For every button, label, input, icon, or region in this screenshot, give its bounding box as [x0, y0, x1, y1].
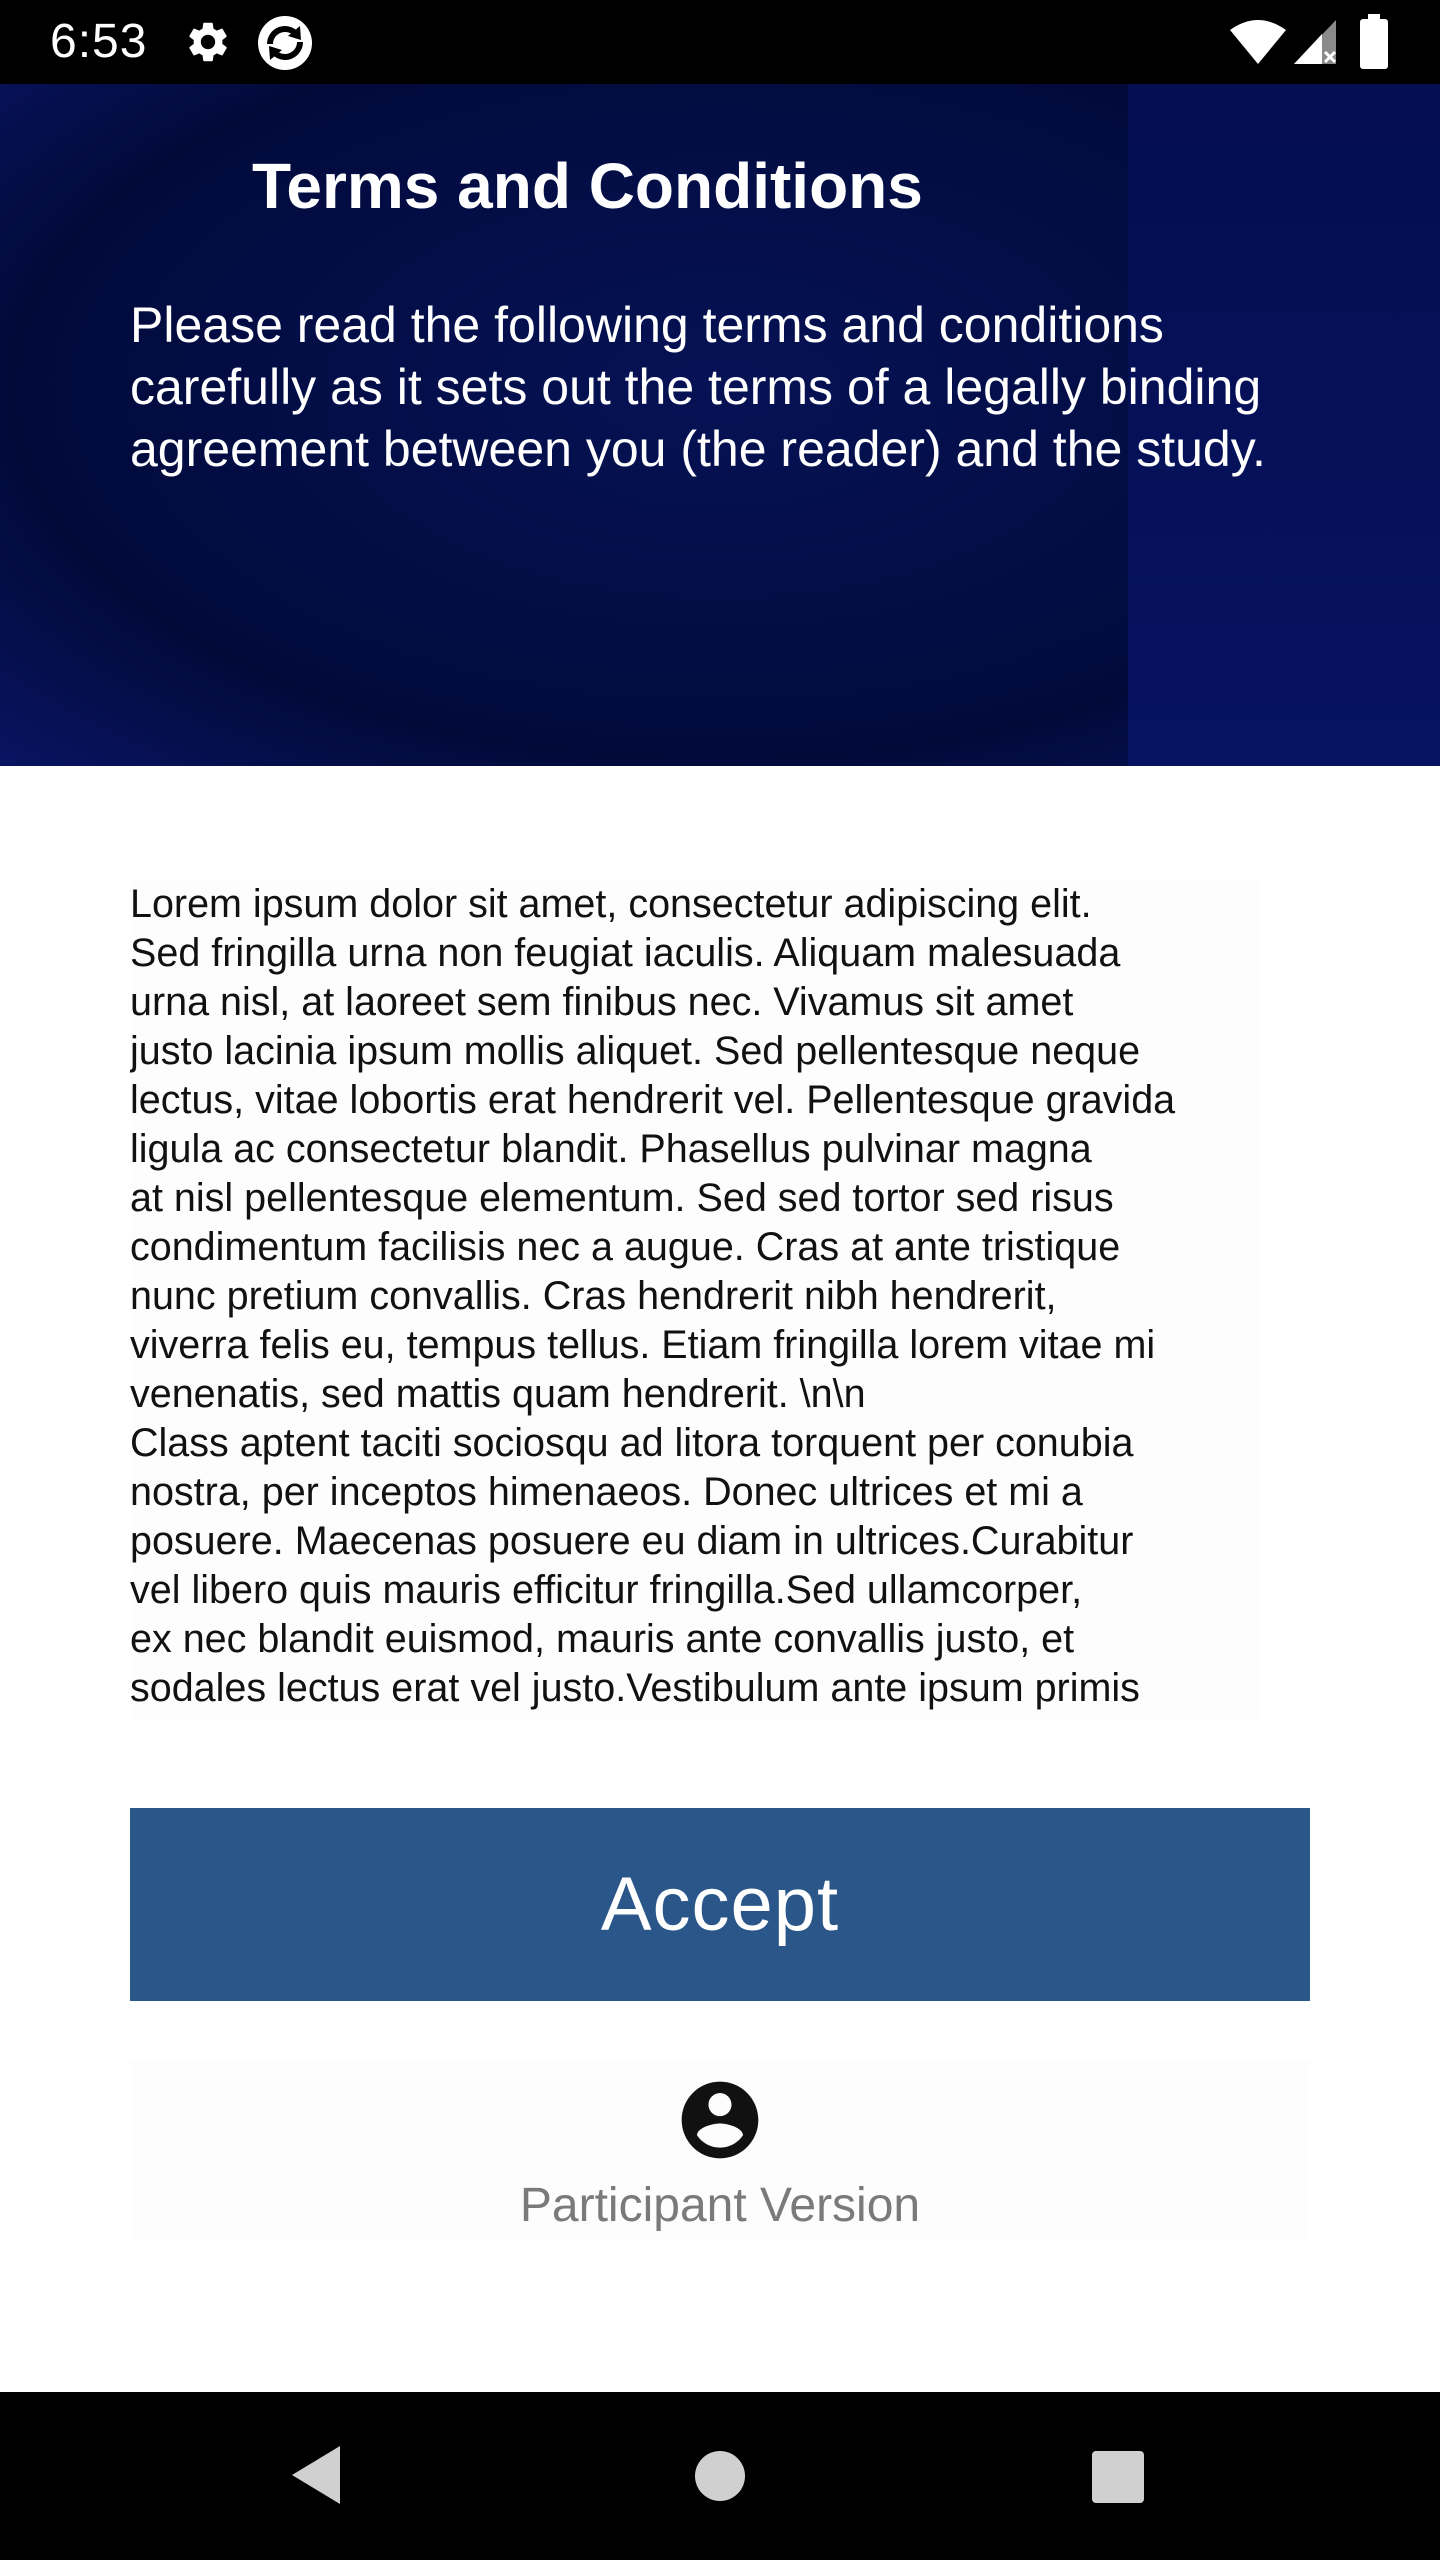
status-bar: 6:53	[0, 0, 1440, 84]
accept-button[interactable]: Accept	[130, 1808, 1310, 2001]
recents-icon[interactable]	[1091, 2450, 1145, 2509]
page-title: Terms and Conditions	[252, 150, 923, 222]
terms-text: Lorem ipsum dolor sit amet, consectetur …	[130, 882, 1176, 1710]
participant-version-label: Participant Version	[519, 2179, 921, 2232]
navigation-bar	[0, 2392, 1440, 2560]
header: Terms and Conditions Please read the fol…	[0, 84, 1440, 766]
status-time: 6:53	[50, 15, 148, 68]
back-icon[interactable]	[288, 2444, 344, 2511]
terms-scroll-area[interactable]: Lorem ipsum dolor sit amet, consectetur …	[130, 880, 1260, 1720]
battery-icon	[1358, 14, 1390, 75]
participant-version[interactable]: Participant Version	[130, 2060, 1310, 2240]
account-circle-icon	[674, 2074, 766, 2171]
wifi-icon	[1228, 18, 1288, 71]
settings-icon	[184, 18, 232, 71]
home-icon[interactable]	[694, 2450, 746, 2507]
page-subtitle: Please read the following terms and cond…	[130, 297, 1266, 477]
sync-icon	[256, 14, 314, 77]
signal-icon	[1292, 18, 1340, 71]
